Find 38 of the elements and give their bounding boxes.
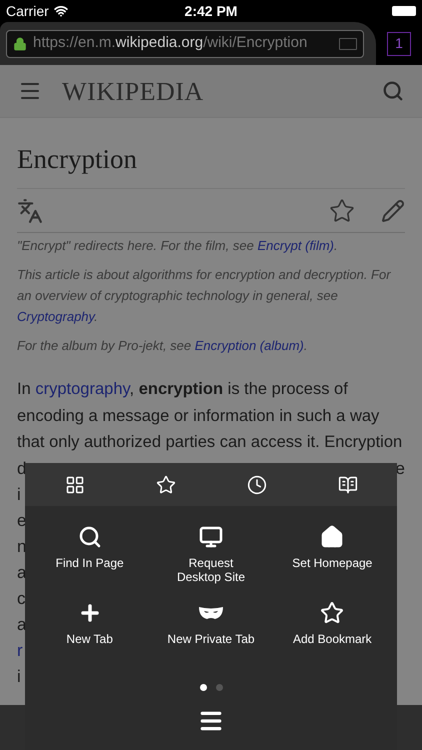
pencil-icon[interactable] (381, 198, 405, 222)
house-icon (320, 525, 344, 549)
paragraph-text: c (17, 588, 26, 610)
monitor-icon (198, 525, 223, 549)
reader-icon (339, 38, 357, 50)
address-field[interactable]: https://en.m.wikipedia.org/wiki/Encryption (6, 30, 364, 58)
menu-action[interactable]: Add Bookmark (272, 600, 393, 662)
paragraph-text: i (17, 484, 21, 506)
hatnote-link[interactable]: Encryption (album) (194, 338, 304, 353)
hatnote: "Encrypt" redirects here. For the film, see Encrypt (film). (17, 237, 339, 255)
hatnote: This article is about algorithms for encryption and decryption. For an overview of cryptographic technology in general, see Cryptography. (17, 266, 392, 326)
hatnote: For the album by Pro-jekt, see Encryption (album). (17, 337, 308, 355)
mask-icon (198, 605, 224, 621)
menu-action[interactable]: Request Desktop Site (150, 524, 272, 586)
article-title: Encryption (17, 142, 405, 189)
lead-paragraph: In cryptography, encryption is the process of encoding a message or information in such a way that only authorized parties can access it. Encryption (17, 379, 404, 453)
tab-count-button[interactable]: 1 (387, 32, 411, 56)
star-icon[interactable] (329, 198, 355, 224)
menu-action[interactable]: Find In Page (29, 524, 150, 586)
menu-action[interactable]: New Private Tab (150, 600, 272, 662)
carrier-name: Carrier (6, 2, 49, 20)
menu-action[interactable]: New Tab (29, 600, 150, 662)
article-link[interactable]: r (17, 638, 23, 664)
article-link[interactable]: cryptography (35, 380, 130, 398)
hatnote-link[interactable]: Encrypt (film) (257, 238, 334, 253)
status-time: 2:42 PM (184, 2, 238, 20)
battery-icon (392, 6, 416, 16)
translate-icon[interactable] (17, 198, 43, 224)
hatnote-link[interactable]: Cryptography (17, 309, 94, 324)
search-icon (78, 525, 102, 549)
paragraph-text: e (17, 510, 26, 532)
paragraph-text: i (17, 666, 21, 688)
url-text: https://en.m.wikipedia.org/wiki/Encryption (33, 33, 308, 54)
search-icon[interactable] (382, 80, 404, 102)
site-logo: WIKIPEDIA (62, 76, 204, 108)
wifi-icon (54, 4, 68, 18)
star-icon (320, 601, 344, 625)
menu-action[interactable]: Set Homepage (272, 524, 393, 586)
